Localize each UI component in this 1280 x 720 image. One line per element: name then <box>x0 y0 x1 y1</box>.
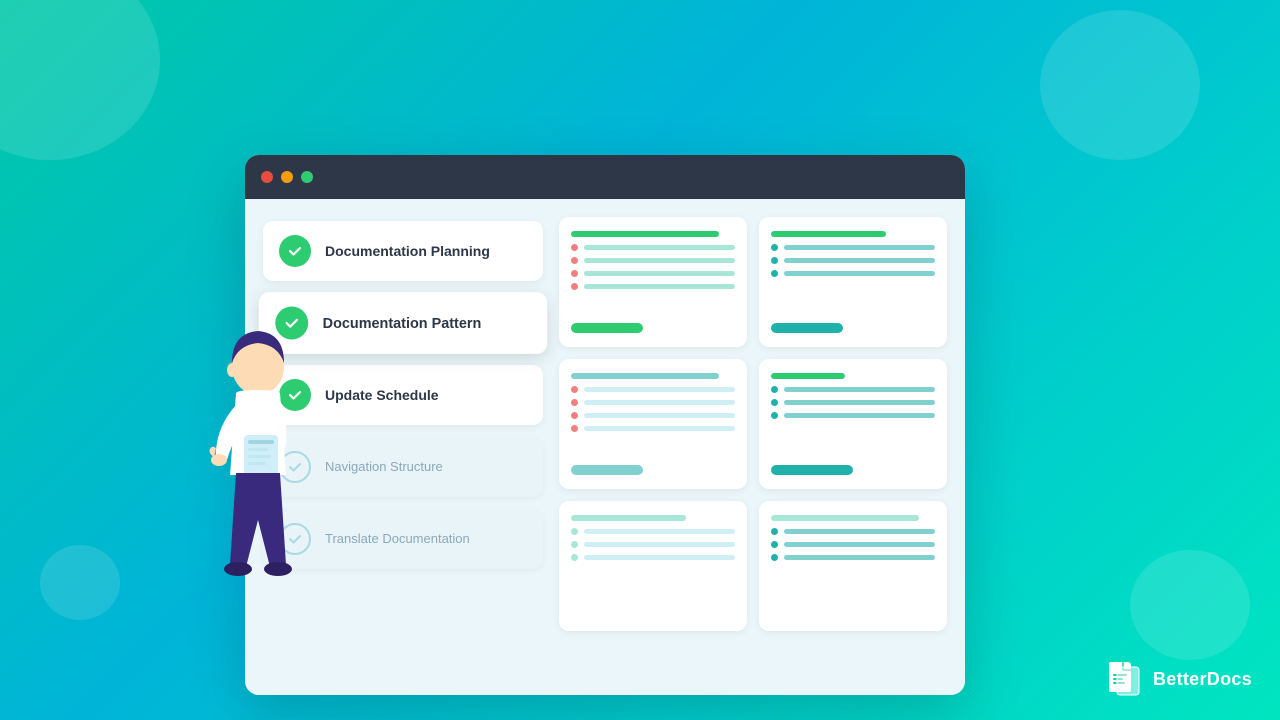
card5-line2 <box>584 542 735 547</box>
card2-dot3 <box>771 270 778 277</box>
card1-line2 <box>584 258 735 263</box>
card2-line2 <box>784 258 935 263</box>
card6-title-line <box>771 515 919 521</box>
card1-dot4 <box>571 283 578 290</box>
card4-dot3 <box>771 412 778 419</box>
card3-dot4 <box>571 425 578 432</box>
card3-content <box>571 386 735 454</box>
card2-line3 <box>784 271 935 276</box>
checklist-label-documentation-planning: Documentation Planning <box>325 242 490 260</box>
checklist-label-translate-documentation: Translate Documentation <box>325 531 470 548</box>
bg-decoration-1 <box>0 0 160 160</box>
window-minimize-dot <box>281 171 293 183</box>
card3-line3 <box>584 413 735 418</box>
doc-card-3 <box>559 359 747 489</box>
card1-button <box>571 323 643 333</box>
card2-dot2 <box>771 257 778 264</box>
card5-content <box>571 528 735 617</box>
card6-dot1 <box>771 528 778 535</box>
card2-dot1 <box>771 244 778 251</box>
card4-line2 <box>784 400 935 405</box>
card6-line2 <box>784 542 935 547</box>
card3-dot2 <box>571 399 578 406</box>
card6-dot2 <box>771 541 778 548</box>
branding: BetterDocs <box>1105 660 1252 698</box>
card6-line1 <box>784 529 935 534</box>
cards-grid <box>559 217 947 677</box>
card4-title-line <box>771 373 845 379</box>
card5-dot2 <box>571 541 578 548</box>
card1-line3 <box>584 271 735 276</box>
card2-line1 <box>784 245 935 250</box>
checklist-label-navigation-structure: Navigation Structure <box>325 459 443 476</box>
card5-dot1 <box>571 528 578 535</box>
card1-dot1 <box>571 244 578 251</box>
doc-card-4 <box>759 359 947 489</box>
window-close-dot <box>261 171 273 183</box>
card4-dot1 <box>771 386 778 393</box>
doc-card-1 <box>559 217 747 347</box>
card4-dot2 <box>771 399 778 406</box>
checklist-item-documentation-planning[interactable]: Documentation Planning <box>263 221 543 281</box>
card6-dot3 <box>771 554 778 561</box>
bg-decoration-2 <box>1040 10 1200 160</box>
bg-decoration-4 <box>40 545 120 620</box>
card5-dot3 <box>571 554 578 561</box>
card4-content <box>771 386 935 454</box>
card6-content <box>771 528 935 617</box>
card1-dot2 <box>571 257 578 264</box>
card1-line1 <box>584 245 735 250</box>
card4-line1 <box>784 387 935 392</box>
card5-title-line <box>571 515 686 521</box>
betterdocs-logo-icon <box>1105 660 1143 698</box>
card2-content <box>771 244 935 312</box>
card3-dot3 <box>571 412 578 419</box>
card3-button <box>571 465 643 475</box>
card1-title-line <box>571 231 719 237</box>
browser-window: Documentation Planning Documentation Pat… <box>245 155 965 695</box>
doc-card-5 <box>559 501 747 631</box>
window-maximize-dot <box>301 171 313 183</box>
card1-dot3 <box>571 270 578 277</box>
bg-decoration-3 <box>1130 550 1250 660</box>
card3-dot1 <box>571 386 578 393</box>
card6-line3 <box>784 555 935 560</box>
check-icon-documentation-planning <box>279 235 311 267</box>
card2-title-line <box>771 231 886 237</box>
card3-line1 <box>584 387 735 392</box>
browser-titlebar <box>245 155 965 199</box>
card5-line3 <box>584 555 735 560</box>
card2-button <box>771 323 843 333</box>
card1-content <box>571 244 735 312</box>
card3-title-line <box>571 373 719 379</box>
card5-line1 <box>584 529 735 534</box>
card3-line4 <box>584 426 735 431</box>
branding-label: BetterDocs <box>1153 669 1252 690</box>
browser-content: Documentation Planning Documentation Pat… <box>245 199 965 695</box>
card4-line3 <box>784 413 935 418</box>
checklist-label-documentation-pattern: Documentation Pattern <box>323 314 482 333</box>
doc-card-6 <box>759 501 947 631</box>
card4-button <box>771 465 853 475</box>
card3-line2 <box>584 400 735 405</box>
checklist-label-update-schedule: Update Schedule <box>325 386 439 404</box>
card1-line4 <box>584 284 735 289</box>
doc-card-2 <box>759 217 947 347</box>
person-illustration <box>188 305 328 685</box>
